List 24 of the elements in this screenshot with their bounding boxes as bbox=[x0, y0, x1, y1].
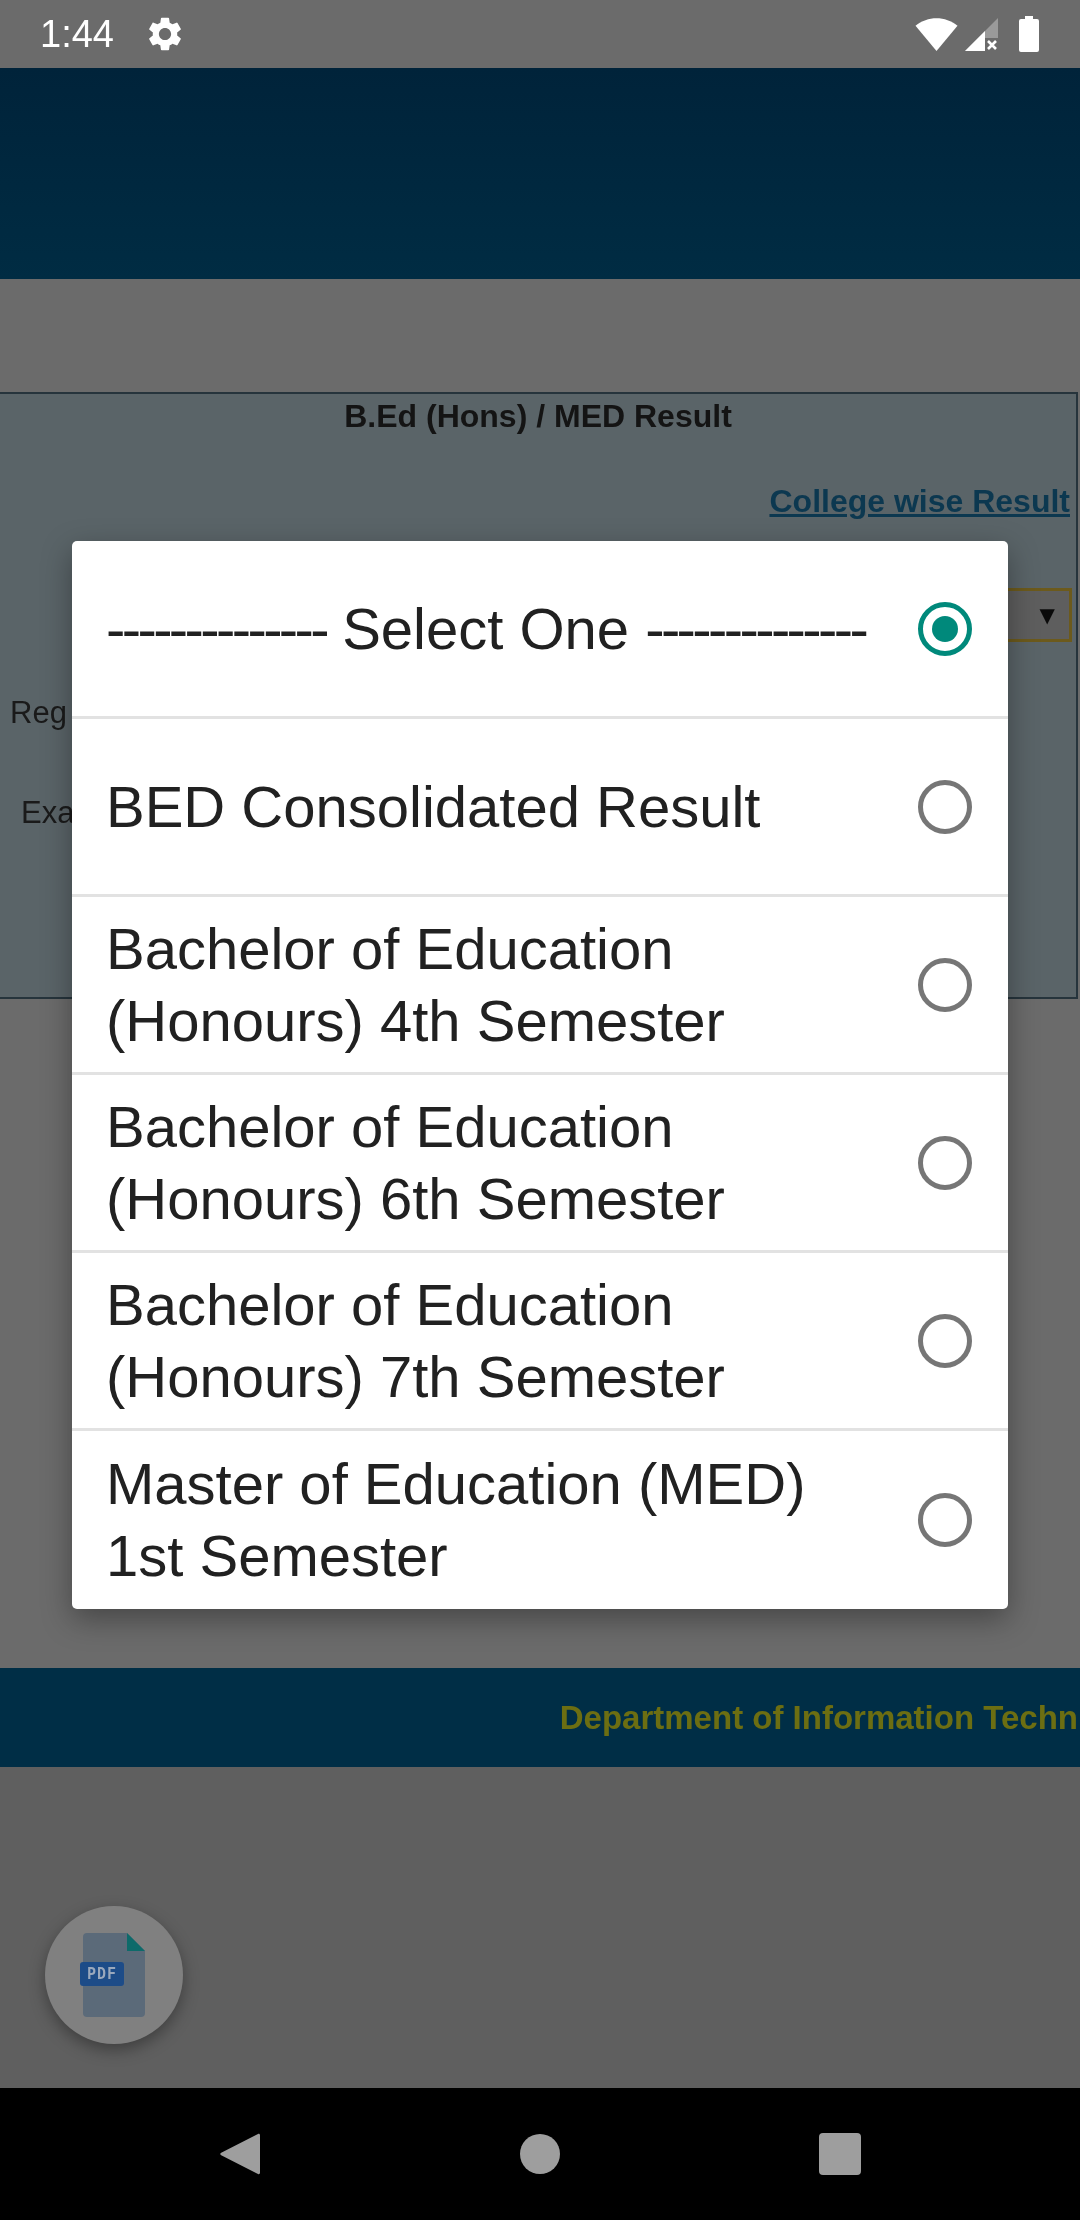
back-icon[interactable] bbox=[220, 2132, 260, 2176]
wifi-icon bbox=[915, 17, 958, 51]
radio-button[interactable] bbox=[918, 779, 972, 834]
radio-button[interactable] bbox=[918, 1493, 972, 1547]
settings-icon bbox=[147, 17, 182, 51]
option-item[interactable]: Bachelor of Education (Honours) 7th Semester bbox=[72, 1253, 1008, 1431]
option-item[interactable]: BED Consolidated Result bbox=[72, 719, 1008, 897]
option-item[interactable]: Bachelor of Education (Honours) 6th Semester bbox=[72, 1075, 1008, 1253]
radio-button[interactable] bbox=[918, 1313, 972, 1368]
radio-button[interactable] bbox=[918, 957, 972, 1012]
field-label: Exa bbox=[21, 795, 75, 831]
signal-icon bbox=[965, 17, 998, 51]
footer-text: Department of Information Techn bbox=[559, 1697, 1078, 1738]
battery-icon bbox=[1019, 16, 1039, 52]
option-item[interactable]: -------------- Select One -------------- bbox=[72, 541, 1008, 719]
option-item[interactable]: Master of Education (MED) 1st Semester bbox=[72, 1431, 1008, 1609]
status-time: 1:44 bbox=[40, 12, 114, 56]
radio-button[interactable] bbox=[918, 601, 972, 656]
home-icon[interactable] bbox=[520, 2134, 560, 2174]
option-item[interactable]: Bachelor of Education (Honours) 4th Semester bbox=[72, 897, 1008, 1075]
file-type-badge: PDF bbox=[80, 1962, 124, 1986]
panel-title: B.Ed (Hons) / MED Result bbox=[344, 398, 732, 434]
field-label: Reg bbox=[10, 695, 67, 731]
radio-button[interactable] bbox=[918, 1135, 972, 1190]
